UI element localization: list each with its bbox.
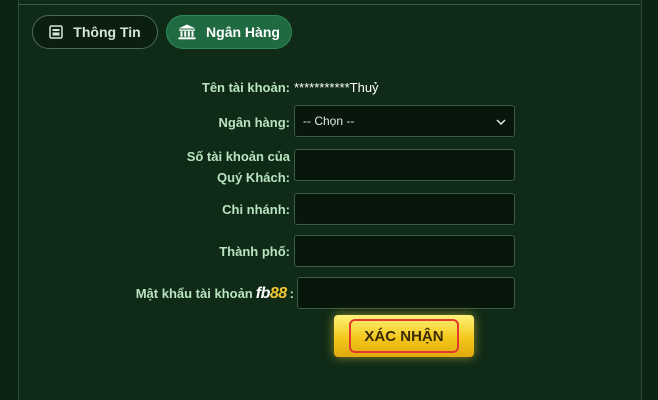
account-number-label: Số tài khoản của Quý Khách: [187,147,290,187]
tab-thong-tin-label: Thông Tin [73,24,141,40]
tab-ngan-hang-label: Ngân Hàng [206,24,280,40]
panel-divider [18,4,640,5]
profile-card-icon [49,25,64,39]
bank-select[interactable]: -- Chọn -- [294,105,515,137]
bank-select-value: -- Chọn -- [303,114,355,128]
account-number-input[interactable] [294,149,515,181]
city-label: Thành phố: [219,244,290,259]
password-label: Mật khẩu tài khoản fb88 : [136,284,294,303]
tab-ngan-hang[interactable]: Ngân Hàng [166,15,292,49]
account-number-label-line1: Số tài khoản của [186,149,290,164]
fb88-logo-number: 88 [269,285,287,302]
tab-thong-tin[interactable]: Thông Tin [32,15,158,49]
password-input[interactable] [297,277,515,309]
bank-icon [178,24,196,40]
account-name-value: ***********Thuỷ [294,80,379,95]
branch-input[interactable] [294,193,515,225]
submit-button[interactable]: XÁC NHẬN [334,315,474,357]
branch-label: Chi nhánh: [222,202,290,217]
password-label-colon: : [289,286,294,301]
submit-button-label: XÁC NHẬN [349,319,459,353]
fb88-logo-letters: fb [255,285,271,302]
account-number-label-line2: Quý Khách: [217,170,290,185]
city-input[interactable] [294,235,515,267]
password-label-text: Mật khẩu tài khoản [135,286,253,301]
chevron-down-icon [496,114,506,128]
fb88-logo: fb88 [256,284,287,303]
bank-label: Ngân hàng: [218,115,291,130]
account-name-label: Tên tài khoản: [201,80,290,95]
